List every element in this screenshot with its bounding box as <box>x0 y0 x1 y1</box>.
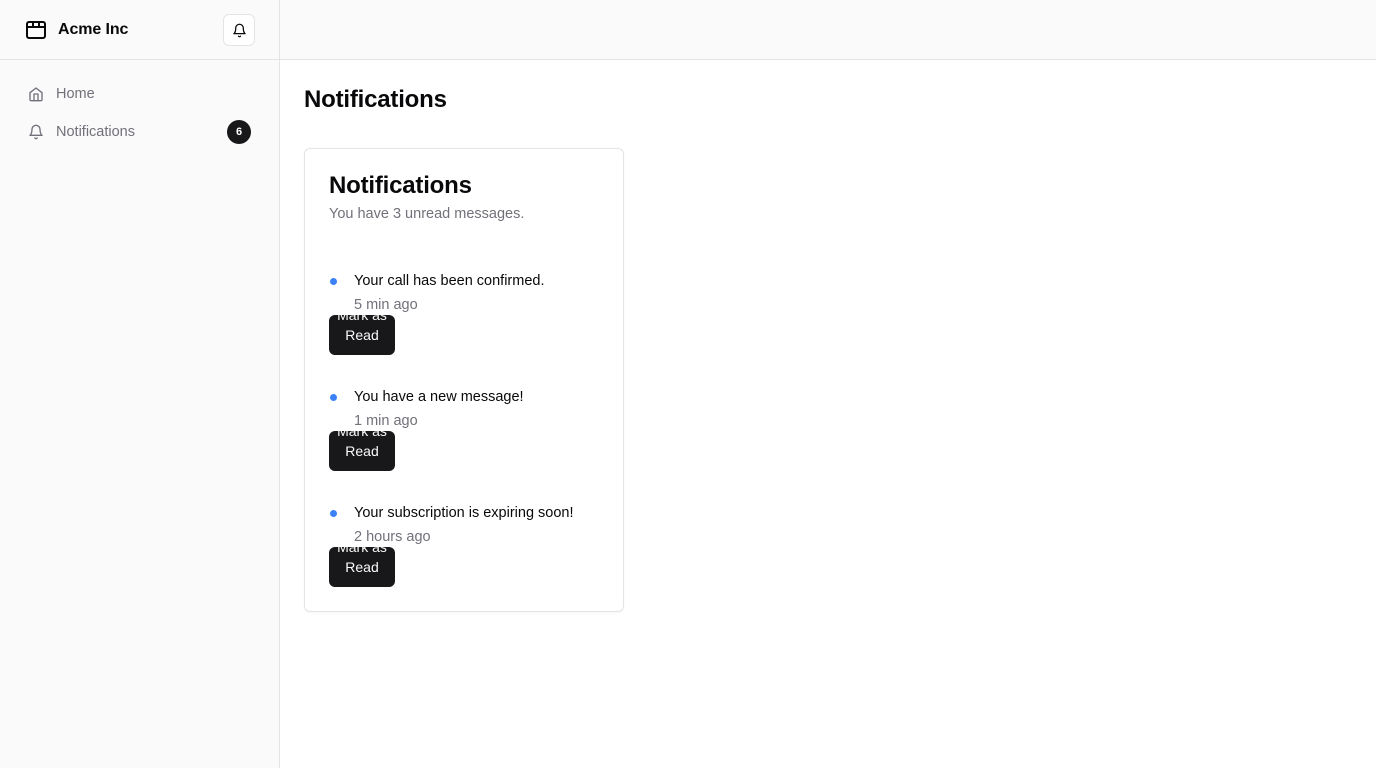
main-content: Notifications Notifications You have 3 u… <box>304 60 624 612</box>
bell-icon <box>232 23 247 38</box>
top-bar <box>280 0 1376 60</box>
notification-message: Your call has been confirmed. <box>354 273 545 289</box>
card-description: You have 3 unread messages. <box>329 206 525 222</box>
brand-link[interactable]: Acme Inc <box>24 18 128 42</box>
unread-dot-icon <box>330 394 337 401</box>
notifications-card: Notifications You have 3 unread messages… <box>304 148 624 612</box>
notification-time: 5 min ago <box>354 297 418 313</box>
card-title: Notifications <box>329 172 472 199</box>
notification-message: Your subscription is expiring soon! <box>354 505 574 521</box>
page-title: Notifications <box>304 86 447 113</box>
brand-name: Acme Inc <box>58 20 129 38</box>
sidebar-item-notifications[interactable]: Notifications 6 <box>16 114 263 150</box>
notification-count-badge: 6 <box>227 120 251 144</box>
mark-as-read-button[interactable]: Mark as Read <box>329 315 395 355</box>
notification-time: 2 hours ago <box>354 529 431 545</box>
sidebar-item-label: Notifications <box>56 124 135 140</box>
home-icon <box>28 86 56 102</box>
unread-dot-icon <box>330 278 337 285</box>
notification-time: 1 min ago <box>354 413 418 429</box>
sidebar-nav: Home Notifications 6 <box>0 60 279 150</box>
notifications-bell-button[interactable] <box>223 14 255 46</box>
sidebar-header: Acme Inc <box>0 0 279 60</box>
sidebar: Acme Inc Home Notifications 6 <box>0 0 280 768</box>
bell-icon <box>28 124 56 140</box>
notification-message: You have a new message! <box>354 389 524 405</box>
sidebar-item-home[interactable]: Home <box>16 76 263 112</box>
mark-as-read-button[interactable]: Mark as Read <box>329 547 395 587</box>
mark-as-read-button[interactable]: Mark as Read <box>329 431 395 471</box>
package-icon <box>24 18 48 42</box>
sidebar-item-label: Home <box>56 86 95 102</box>
unread-dot-icon <box>330 510 337 517</box>
